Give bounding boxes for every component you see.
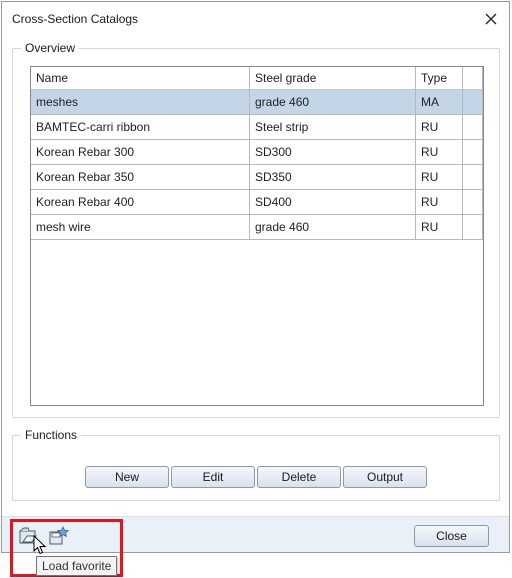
cell-name: Korean Rebar 400 <box>31 190 250 215</box>
cell-name: meshes <box>31 90 250 115</box>
edit-button[interactable]: Edit <box>171 466 255 488</box>
table-row[interactable]: Korean Rebar 300 SD300 RU <box>31 140 483 165</box>
close-button[interactable]: Close <box>414 525 489 547</box>
cell-name: Korean Rebar 300 <box>31 140 250 165</box>
cell-filler <box>463 215 483 240</box>
cell-filler <box>463 140 483 165</box>
column-header-steel-grade[interactable]: Steel grade <box>250 67 416 90</box>
cell-steel-grade: SD300 <box>250 140 416 165</box>
cell-steel-grade: Steel strip <box>250 115 416 140</box>
cell-steel-grade: SD400 <box>250 190 416 215</box>
cell-filler <box>463 190 483 215</box>
table-row[interactable]: Korean Rebar 400 SD400 RU <box>31 190 483 215</box>
cell-filler <box>463 115 483 140</box>
cell-filler <box>463 165 483 190</box>
cell-steel-grade: SD350 <box>250 165 416 190</box>
cell-steel-grade: grade 460 <box>250 215 416 240</box>
output-button[interactable]: Output <box>343 466 427 488</box>
overview-legend: Overview <box>21 41 80 55</box>
title-bar: Cross-Section Catalogs <box>2 2 509 36</box>
column-header-name[interactable]: Name <box>31 67 250 90</box>
cell-name: mesh wire <box>31 215 250 240</box>
cell-name: Korean Rebar 350 <box>31 165 250 190</box>
load-favorite-tooltip: Load favorite <box>36 556 118 576</box>
cell-type: RU <box>416 190 463 215</box>
cell-type: RU <box>416 115 463 140</box>
functions-legend: Functions <box>21 428 82 442</box>
cross-section-catalogs-dialog: Cross-Section Catalogs Overview Name Ste… <box>1 1 510 553</box>
cell-filler <box>463 90 483 115</box>
table-header: Name Steel grade Type <box>31 67 483 92</box>
window-title: Cross-Section Catalogs <box>12 12 139 26</box>
table-row[interactable]: Korean Rebar 350 SD350 RU <box>31 165 483 190</box>
table-row[interactable]: meshes grade 460 MA <box>31 90 483 115</box>
cell-type: MA <box>416 90 463 115</box>
catalog-table[interactable]: Name Steel grade Type meshes grade 460 M… <box>30 66 484 406</box>
column-header-filler <box>463 67 483 90</box>
cell-type: RU <box>416 215 463 240</box>
table-row[interactable]: mesh wire grade 460 RU <box>31 215 483 240</box>
new-button[interactable]: New <box>85 466 169 488</box>
cell-steel-grade: grade 460 <box>250 90 416 115</box>
column-header-type[interactable]: Type <box>416 67 463 90</box>
cell-type: RU <box>416 140 463 165</box>
delete-button[interactable]: Delete <box>257 466 341 488</box>
table-row[interactable]: BAMTEC-carri ribbon Steel strip RU <box>31 115 483 140</box>
close-window-icon[interactable] <box>481 9 501 29</box>
cell-name: BAMTEC-carri ribbon <box>31 115 250 140</box>
cell-type: RU <box>416 165 463 190</box>
